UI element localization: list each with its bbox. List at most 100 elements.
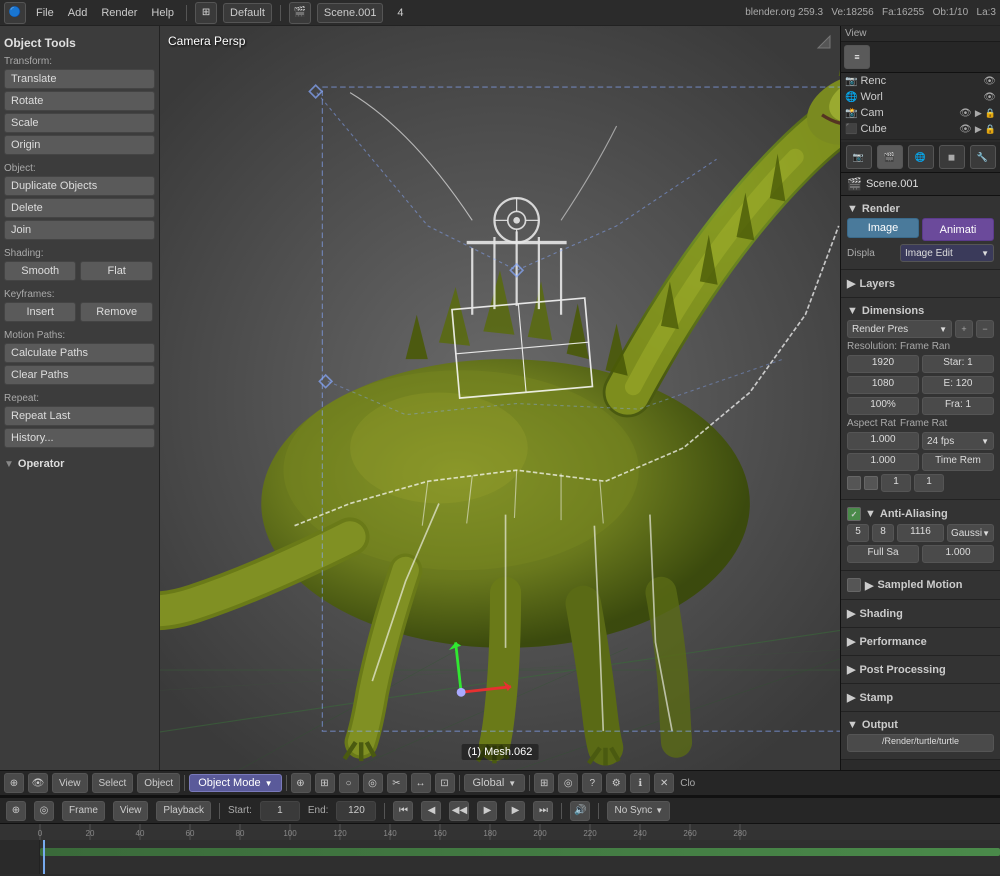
- res-x-field[interactable]: 1920: [847, 355, 919, 373]
- prop-tab-scene[interactable]: 🎬: [877, 145, 903, 169]
- eye-icon-world[interactable]: 👁: [983, 92, 996, 103]
- sampled-motion-header[interactable]: ▶ Sampled Motion: [847, 575, 994, 595]
- aspect-y-field[interactable]: 1.000: [847, 453, 919, 471]
- val1-field[interactable]: 1: [881, 474, 911, 492]
- frame-btn[interactable]: Frame: [62, 801, 105, 821]
- flat-btn[interactable]: Flat: [80, 261, 152, 281]
- playhead[interactable]: [43, 840, 45, 874]
- jump-start-btn[interactable]: ⏮: [393, 801, 413, 821]
- aa-val2[interactable]: 8: [872, 524, 894, 542]
- eye-icon-cube[interactable]: 👁: [959, 124, 972, 135]
- render-vis-icon[interactable]: ◎: [558, 773, 578, 793]
- smooth-btn[interactable]: Smooth: [4, 261, 76, 281]
- aa-val1[interactable]: 5: [847, 524, 869, 542]
- output-header[interactable]: ▼ Output: [847, 716, 994, 734]
- view-label[interactable]: View: [845, 28, 867, 39]
- res-pct-field[interactable]: 100%: [847, 397, 919, 415]
- repeat-last-btn[interactable]: Repeat Last: [4, 406, 155, 426]
- prev-frame-btn[interactable]: ◀: [421, 801, 441, 821]
- aspect-x-field[interactable]: 1.000: [847, 432, 919, 450]
- viewport[interactable]: Camera Persp (1) Mesh.062: [160, 26, 840, 770]
- animation-btn[interactable]: Animati: [922, 218, 994, 241]
- menu-help[interactable]: Help: [147, 7, 178, 19]
- res-y-field[interactable]: 1080: [847, 376, 919, 394]
- jump-end-btn[interactable]: ⏭: [533, 801, 553, 821]
- output-path-field[interactable]: /Render/turtle/turtle: [847, 734, 994, 752]
- playback-btn[interactable]: Playback: [156, 801, 211, 821]
- prop-tab-world[interactable]: 🌐: [908, 145, 934, 169]
- layers-header[interactable]: ▶ Layers: [847, 274, 994, 293]
- tl-icon1[interactable]: ⊕: [6, 801, 26, 821]
- start-field[interactable]: Star: 1: [922, 355, 994, 373]
- close-icon[interactable]: ✕: [654, 773, 674, 793]
- aa-size-field[interactable]: 1.000: [922, 545, 994, 563]
- shading-header[interactable]: ▶ Shading: [847, 604, 994, 623]
- add-preset-btn[interactable]: +: [955, 320, 973, 338]
- tool3-icon[interactable]: ⊡: [435, 773, 455, 793]
- duplicate-btn[interactable]: Duplicate Objects: [4, 176, 155, 196]
- status-icon2[interactable]: 👁: [28, 773, 48, 793]
- sampled-toggle[interactable]: [847, 578, 861, 592]
- del-preset-btn[interactable]: −: [976, 320, 994, 338]
- operator-section[interactable]: ▼ Operator: [4, 458, 155, 470]
- scene-dropdown[interactable]: Scene.001: [317, 3, 384, 23]
- remove-btn[interactable]: Remove: [80, 302, 152, 322]
- view-btn[interactable]: View: [113, 801, 149, 821]
- end-val[interactable]: 120: [336, 801, 376, 821]
- render-preset[interactable]: Render Pres ▼: [847, 320, 952, 338]
- select-menu-btn[interactable]: Select: [92, 773, 134, 793]
- frame-field[interactable]: Fra: 1: [922, 397, 994, 415]
- audio-icon[interactable]: 🔊: [570, 801, 590, 821]
- display-val[interactable]: Image Edit ▼: [900, 244, 994, 262]
- tl-icon2[interactable]: ◎: [34, 801, 54, 821]
- eye-icon-renc[interactable]: 👁: [983, 76, 996, 87]
- tool1-icon[interactable]: ✂: [387, 773, 407, 793]
- aa-toggle[interactable]: ✓: [847, 507, 861, 521]
- outline-item-renc[interactable]: 📷 Renc 👁: [841, 73, 1000, 89]
- tools-icon[interactable]: ⚙: [606, 773, 626, 793]
- timeline-tracks[interactable]: [0, 840, 1000, 874]
- outline-item-cube[interactable]: ⬛ Cube 👁 ▶ 🔒: [841, 121, 1000, 137]
- scale-btn[interactable]: Scale: [4, 113, 155, 133]
- pivot-icon[interactable]: ⊕: [291, 773, 311, 793]
- blender-logo[interactable]: 🔵: [4, 2, 26, 24]
- fps-field[interactable]: 24 fps ▼: [922, 432, 994, 450]
- status-icon1[interactable]: ⊕: [4, 773, 24, 793]
- menu-render[interactable]: Render: [97, 7, 141, 19]
- prop-tab-object[interactable]: ◼: [939, 145, 965, 169]
- outline-item-world[interactable]: 🌐 Worl 👁: [841, 89, 1000, 105]
- aa-filter[interactable]: Gaussi ▼: [947, 524, 994, 542]
- prop-tab-mod[interactable]: 🔧: [970, 145, 996, 169]
- aa-header[interactable]: ✓ ▼ Anti-Aliasing: [847, 504, 994, 524]
- layer-icon[interactable]: ⊞: [534, 773, 554, 793]
- calculate-paths-btn[interactable]: Calculate Paths: [4, 343, 155, 363]
- next-frame-btn[interactable]: ▶: [505, 801, 525, 821]
- info-icon[interactable]: ℹ: [630, 773, 650, 793]
- stamp-header[interactable]: ▶ Stamp: [847, 688, 994, 707]
- end-field[interactable]: E: 120: [922, 376, 994, 394]
- start-val[interactable]: 1: [260, 801, 300, 821]
- delete-btn[interactable]: Delete: [4, 198, 155, 218]
- help-icon[interactable]: ?: [582, 773, 602, 793]
- sync-dropdown[interactable]: No Sync ▼: [607, 801, 670, 821]
- insert-btn[interactable]: Insert: [4, 302, 76, 322]
- layout-icon[interactable]: ⊞: [195, 2, 217, 24]
- scene-icon[interactable]: 🎬: [289, 2, 311, 24]
- clear-paths-btn[interactable]: Clear Paths: [4, 365, 155, 385]
- outliner-tab[interactable]: ≡: [844, 45, 870, 69]
- play-btn[interactable]: ▶: [477, 801, 497, 821]
- viewport-corner[interactable]: [816, 34, 832, 53]
- prop-edit-icon[interactable]: ○: [339, 773, 359, 793]
- snap-icon[interactable]: ⊞: [315, 773, 335, 793]
- toggle2[interactable]: [864, 476, 878, 490]
- rotate-btn[interactable]: Rotate: [4, 91, 155, 111]
- eye-icon-cam[interactable]: 👁: [959, 108, 972, 119]
- dimensions-header[interactable]: ▼ Dimensions: [847, 302, 994, 320]
- render-section-header[interactable]: ▼ Render: [847, 200, 994, 218]
- performance-header[interactable]: ▶ Performance: [847, 632, 994, 651]
- post-processing-header[interactable]: ▶ Post Processing: [847, 660, 994, 679]
- aa-full-field[interactable]: Full Sa: [847, 545, 919, 563]
- object-menu-btn[interactable]: Object: [137, 773, 180, 793]
- global-dropdown[interactable]: Global ▼: [464, 774, 526, 792]
- outline-item-cam[interactable]: 📸 Cam 👁 ▶ 🔒: [841, 105, 1000, 121]
